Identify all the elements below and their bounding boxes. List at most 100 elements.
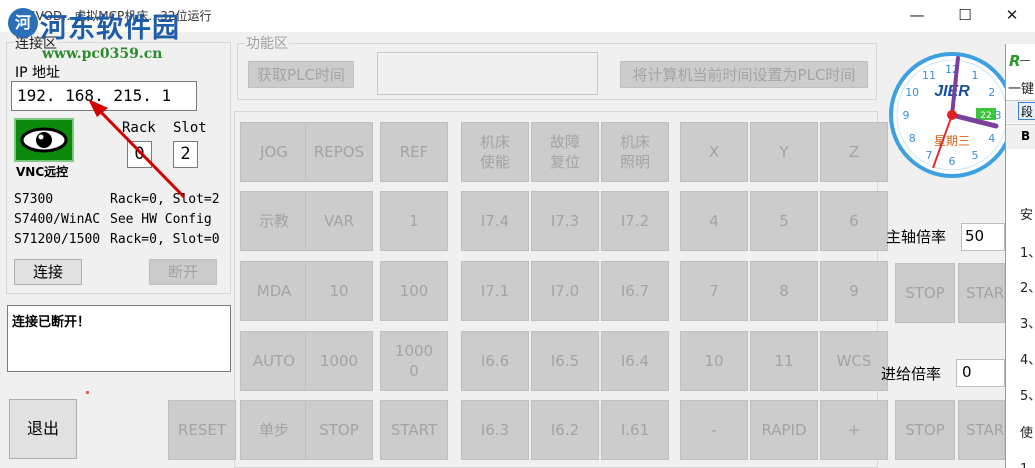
close-button[interactable]: ✕ (989, 0, 1035, 32)
vnc-label: VNC远控 (16, 165, 69, 179)
feed-override-label: 进给倍率 (881, 365, 942, 383)
clock-number: 4 (988, 132, 995, 145)
bold-button[interactable]: B (1021, 129, 1030, 143)
maximize-button[interactable]: ☐ (942, 0, 988, 32)
status-textbox[interactable]: 连接已断开！ (7, 305, 231, 372)
clock-number: 9 (903, 109, 910, 122)
plc-info-row: S7400/WinAC See HW Config (14, 210, 229, 230)
side-window-text-line: 1、 (1020, 246, 1035, 261)
side-window-text-line: 1、 (1020, 458, 1035, 468)
grid-button[interactable]: REPOS (305, 122, 373, 182)
grid-button[interactable]: START (380, 400, 448, 460)
clock-date-badge: 22 (980, 111, 991, 121)
grid-button[interactable]: 1000 (305, 331, 373, 391)
grid-button[interactable]: X (680, 122, 748, 182)
watermark-url: www.pc0359.cn (42, 46, 163, 62)
grid-button[interactable]: Y (750, 122, 818, 182)
eye-icon (20, 127, 68, 153)
clock-number: 5 (972, 149, 979, 162)
vnc-button[interactable] (14, 118, 74, 162)
ip-label: IP 地址 (15, 65, 61, 81)
disconnect-button[interactable]: 断开 (149, 259, 217, 285)
feed-override-input[interactable]: 0 (956, 359, 1005, 387)
grid-button[interactable]: I6.7 (601, 261, 669, 321)
clock-number: 11 (922, 69, 936, 82)
grid-button[interactable]: I6.3 (461, 400, 529, 460)
grid-button[interactable]: AUTO (240, 331, 308, 391)
plc-model: S71200/1500 (14, 232, 101, 247)
grid-button[interactable]: WCS (820, 331, 888, 391)
plc-time-display[interactable] (377, 52, 598, 95)
grid-button[interactable]: JOG (240, 122, 308, 182)
grid-button[interactable]: 100 (380, 261, 448, 321)
grid-button[interactable]: I6.5 (531, 331, 599, 391)
grid-button[interactable]: STOP (305, 400, 373, 460)
grid-button[interactable]: I7.0 (531, 261, 599, 321)
grid-button[interactable]: 9 (820, 261, 888, 321)
grid-button[interactable]: 6 (820, 191, 888, 251)
grid-button[interactable]: 7 (680, 261, 748, 321)
grid-button[interactable]: 1000 0 (380, 331, 448, 391)
grid-button[interactable]: 1 (380, 191, 448, 251)
reset-button[interactable]: RESET (168, 400, 236, 460)
side-window-text-line: 5、 (1020, 389, 1035, 404)
grid-button[interactable]: I7.2 (601, 191, 669, 251)
spindle-override-input[interactable]: 50 (961, 223, 1005, 251)
feed-start-button[interactable]: STAR (958, 400, 1005, 460)
plc-config: Rack=0, Slot=0 (110, 232, 220, 247)
grid-button[interactable]: + (820, 400, 888, 460)
grid-button[interactable]: I6.6 (461, 331, 529, 391)
side-window-logo-icon: R (1009, 52, 1021, 70)
spindle-stop-button[interactable]: STOP (895, 263, 955, 323)
minimize-button[interactable]: — (894, 0, 940, 32)
grid-button[interactable]: VAR (305, 191, 373, 251)
grid-button[interactable]: 10 (305, 261, 373, 321)
grid-button[interactable]: 故障 复位 (531, 122, 599, 182)
exit-button[interactable]: 退出 (9, 399, 77, 459)
grid-button[interactable]: 单步 (240, 400, 308, 460)
grid-button[interactable]: 示教 (240, 191, 308, 251)
set-plc-time-button[interactable]: 将计算机当前时间设置为PLC时间 (620, 61, 868, 88)
clock-number: 8 (909, 132, 916, 145)
clock-number: 7 (926, 149, 933, 162)
grid-button[interactable]: 11 (750, 331, 818, 391)
clock-number: 6 (949, 155, 956, 168)
side-window-text-line: 安 (1020, 208, 1034, 223)
side-window-text-line: 4、 (1020, 353, 1035, 368)
side-window: R 一键 段 B 安 1、 2、 3、 4、 5、使 1、 (1005, 44, 1035, 468)
grid-button[interactable]: REF (380, 122, 448, 182)
grid-button[interactable]: - (680, 400, 748, 460)
plc-model: S7400/WinAC (14, 212, 101, 227)
grid-button[interactable]: I7.4 (461, 191, 529, 251)
grid-button[interactable]: 机床 使能 (461, 122, 529, 182)
side-window-text-line: 使 (1020, 426, 1034, 441)
clock-number: 2 (988, 86, 995, 99)
grid-button[interactable]: RAPID (750, 400, 818, 460)
grid-button[interactable]: MDA (240, 261, 308, 321)
annotation-arrow-icon (88, 99, 186, 199)
clock-number: 1 (972, 69, 979, 82)
spindle-override-label: 主轴倍率 (886, 228, 947, 246)
watermark-logo-icon: 河 (8, 8, 38, 38)
grid-button[interactable]: I6.2 (531, 400, 599, 460)
side-window-tab[interactable]: 段 (1018, 102, 1035, 120)
side-window-line: 一键 (1008, 82, 1035, 97)
feed-stop-button[interactable]: STOP (895, 400, 955, 460)
grid-button[interactable]: I.61 (601, 400, 669, 460)
status-dot (86, 391, 89, 394)
clock-weekday: 星期三 (934, 134, 970, 148)
plc-config: See HW Config (110, 212, 212, 227)
grid-button[interactable]: 10 (680, 331, 748, 391)
grid-button[interactable]: I6.4 (601, 331, 669, 391)
connect-button[interactable]: 连接 (14, 259, 82, 285)
grid-button[interactable]: 4 (680, 191, 748, 251)
spindle-start-button[interactable]: STAR (958, 263, 1005, 323)
grid-button[interactable]: 5 (750, 191, 818, 251)
grid-button[interactable]: Z (820, 122, 888, 182)
grid-button[interactable]: I7.1 (461, 261, 529, 321)
get-plc-time-button[interactable]: 获取PLC时间 (248, 61, 354, 88)
grid-button[interactable]: I7.3 (531, 191, 599, 251)
plc-info-row: S71200/1500 Rack=0, Slot=0 (14, 230, 229, 250)
grid-button[interactable]: 8 (750, 261, 818, 321)
grid-button[interactable]: 机床 照明 (601, 122, 669, 182)
